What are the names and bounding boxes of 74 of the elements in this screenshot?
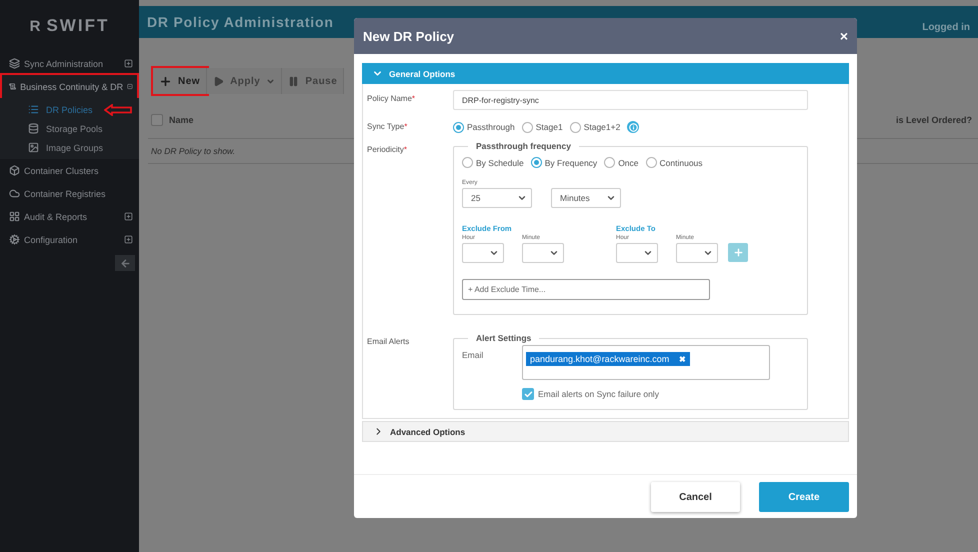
- nav-subitem[interactable]: Storage Pools: [0, 119, 139, 138]
- expand-icon[interactable]: [124, 212, 133, 221]
- logo-text: SWIFT: [46, 16, 110, 36]
- arrow-left-icon: [120, 258, 130, 268]
- hour-select[interactable]: [616, 243, 658, 263]
- expand-icon[interactable]: [124, 235, 133, 244]
- email-field[interactable]: pandurang.khot@rackwareinc.com ✖: [522, 345, 770, 380]
- close-button[interactable]: ×: [840, 28, 848, 44]
- field-label: Email: [462, 349, 484, 360]
- nav-item[interactable]: Audit & Reports: [2, 205, 137, 228]
- minute-select[interactable]: [522, 243, 564, 263]
- settings-icon: [9, 234, 20, 245]
- nav-item[interactable]: Configuration: [2, 228, 137, 251]
- create-button[interactable]: Create: [759, 482, 849, 512]
- chevron-down-icon: [606, 193, 616, 203]
- cube-icon: [9, 165, 20, 176]
- nav-item[interactable]: Business Continuity & DR: [2, 75, 137, 98]
- cloud-icon: [9, 188, 20, 199]
- info-icon[interactable]: [627, 121, 640, 133]
- remove-button[interactable]: ✖: [679, 354, 686, 364]
- checkbox-option[interactable]: Email alerts on Sync failure only: [522, 388, 799, 400]
- chevron-down-icon: [549, 248, 559, 258]
- radio-option[interactable]: Stage1+2: [570, 122, 620, 132]
- collapse-icon[interactable]: [127, 82, 133, 91]
- add-button[interactable]: [728, 243, 748, 262]
- chevron-down-icon: [489, 248, 499, 258]
- policy-name-field[interactable]: DRP-for-registry-sync: [453, 90, 808, 110]
- image-icon: [28, 142, 39, 153]
- chevron-down-icon: [703, 248, 713, 258]
- panel-legend: Alert Settings: [468, 333, 540, 343]
- database-icon: [28, 123, 39, 134]
- field-label: Periodicity*: [367, 144, 408, 154]
- layers-icon: [9, 58, 20, 69]
- minute-select[interactable]: [676, 243, 718, 263]
- exclude-time-field[interactable]: + Add Exclude Time...: [462, 279, 710, 300]
- pause-icon: [288, 76, 300, 86]
- section-header[interactable]: General Options: [362, 63, 849, 84]
- panel-legend: Passthrough frequency: [468, 141, 579, 151]
- checkbox[interactable]: [522, 388, 534, 400]
- email-tag: pandurang.khot@rackwareinc.com ✖: [526, 352, 690, 366]
- column-header: is Level Ordered?: [896, 115, 972, 125]
- nav-subitem[interactable]: Image Groups: [0, 138, 139, 157]
- unit-select[interactable]: Minutes: [551, 188, 621, 208]
- field-label: Policy Name*: [367, 93, 416, 103]
- grid-icon: [9, 211, 20, 222]
- field-label: Sync Type*: [367, 121, 408, 131]
- section-header[interactable]: Advanced Options: [362, 421, 849, 442]
- interval-select[interactable]: 25: [462, 188, 532, 208]
- collapse-sidebar-button[interactable]: [115, 255, 135, 271]
- nav-subitem[interactable]: DR Policies: [0, 100, 139, 119]
- page-title: DR Policy Administration: [147, 14, 334, 30]
- radio-option[interactable]: Passthrough: [453, 122, 515, 132]
- logo-mark: R: [30, 18, 40, 34]
- chevron-down-icon: [517, 193, 527, 203]
- plus-icon: [159, 74, 172, 88]
- nav-item[interactable]: Sync Administration: [2, 52, 137, 75]
- nav-item[interactable]: Container Clusters: [2, 159, 137, 182]
- chevron-down-icon: [643, 248, 653, 258]
- nav-item[interactable]: Container Registries: [2, 182, 137, 205]
- cancel-button[interactable]: Cancel: [651, 482, 740, 512]
- scroll-icon: [9, 81, 16, 92]
- radio-option[interactable]: Stage1: [522, 122, 563, 132]
- hour-select[interactable]: [462, 243, 504, 263]
- plus-icon: [732, 247, 744, 258]
- expand-icon[interactable]: [124, 59, 133, 68]
- dialog-title: New DR Policy: [363, 28, 454, 44]
- list-icon: [28, 104, 39, 115]
- checkbox-label: Email alerts on Sync failure only: [538, 389, 659, 399]
- info-glyph-icon: [628, 122, 638, 132]
- field-label: Email Alerts: [367, 336, 410, 346]
- toolbar-button[interactable]: New: [153, 68, 208, 94]
- play-icon: [213, 76, 224, 86]
- column-header: Name: [151, 114, 194, 126]
- login-status: Logged in: [922, 22, 970, 32]
